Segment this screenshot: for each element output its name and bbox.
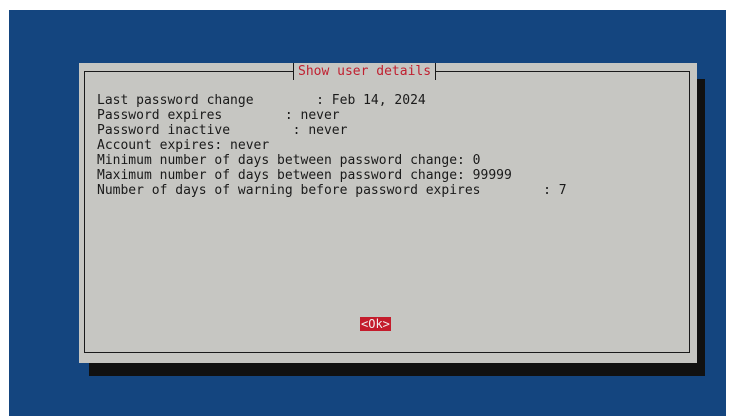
ok-button[interactable]: <Ok>: [360, 317, 391, 331]
min-days-line: Minimum number of days between password …: [97, 153, 481, 168]
account-expires-line: Account expires: never: [97, 138, 270, 153]
terminal-screen: Show user details Last password change :…: [9, 10, 726, 416]
last-password-change-line: Last password change : Feb 14, 2024: [97, 93, 426, 108]
user-details-list: Last password change : Feb 14, 2024 Pass…: [97, 93, 567, 198]
dialog-title-box: Show user details: [293, 63, 437, 80]
password-expires-line: Password expires : never: [97, 108, 340, 123]
max-days-line: Maximum number of days between password …: [97, 168, 512, 183]
user-details-dialog: Show user details Last password change :…: [79, 63, 697, 363]
warning-days-line: Number of days of warning before passwor…: [97, 183, 567, 198]
password-inactive-line: Password inactive : never: [97, 123, 348, 138]
dialog-title: Show user details: [298, 64, 432, 79]
